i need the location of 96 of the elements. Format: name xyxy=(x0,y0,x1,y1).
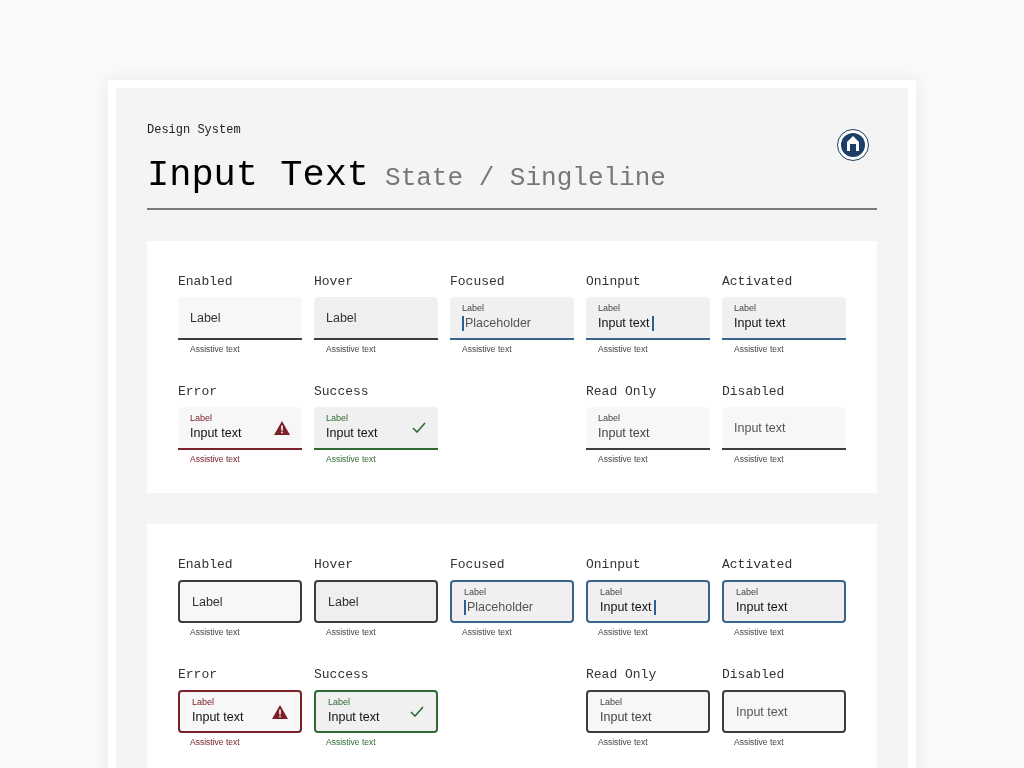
input-value: Input text xyxy=(328,709,380,726)
text-field[interactable]: Label Input text xyxy=(314,407,438,450)
page-subtitle: State / Singleline xyxy=(385,162,666,195)
state-title: Hover xyxy=(314,273,354,290)
input-value: Input text xyxy=(736,703,788,721)
placeholder-text: Placeholder xyxy=(465,315,531,332)
field-label: Label xyxy=(326,413,350,424)
assistive-text: Assistive text xyxy=(461,344,513,355)
state-title: Oninput xyxy=(586,273,642,290)
state-title: Disabled xyxy=(722,383,786,400)
state-title: Focused xyxy=(450,273,506,290)
field-label: Label xyxy=(326,309,357,327)
state-title: Focused xyxy=(450,556,506,573)
state-title: Enabled xyxy=(178,273,234,290)
state-title: Disabled xyxy=(722,666,786,683)
assistive-text: Assistive text xyxy=(733,344,785,355)
text-field[interactable]: Label Input text xyxy=(722,297,846,340)
input-value: Input text xyxy=(192,709,244,726)
input-value: Input text xyxy=(734,315,786,332)
state-title: Enabled xyxy=(178,556,234,573)
state-title: Activated xyxy=(722,273,794,290)
state-title: Read Only xyxy=(586,383,658,400)
state-title: Read Only xyxy=(586,666,658,683)
text-field[interactable]: Label Placeholder xyxy=(450,297,574,340)
text-field[interactable]: Label xyxy=(178,297,302,340)
field-label: Label xyxy=(600,697,624,708)
assistive-text: Assistive text xyxy=(597,737,649,748)
state-title: Oninput xyxy=(586,556,642,573)
placeholder-text: Placeholder xyxy=(467,599,533,616)
field-label: Label xyxy=(600,587,624,598)
field-label: Label xyxy=(734,303,758,314)
text-field[interactable]: Label Input text xyxy=(586,690,710,733)
assistive-text: Assistive text xyxy=(325,627,377,638)
assistive-text: Assistive text xyxy=(325,454,377,465)
check-icon xyxy=(412,422,426,433)
page-title: Input Text xyxy=(147,153,370,197)
assistive-text: Assistive text xyxy=(189,627,241,638)
text-field[interactable]: Label xyxy=(178,580,302,623)
state-title: Success xyxy=(314,383,370,400)
text-field[interactable]: Label Placeholder xyxy=(450,580,574,623)
text-field[interactable]: Label Input text xyxy=(586,580,710,623)
assistive-text: Assistive text xyxy=(189,344,241,355)
input-value: Input text xyxy=(600,709,652,726)
input-value: Input text xyxy=(190,425,242,442)
assistive-text: Assistive text xyxy=(733,454,785,465)
text-field[interactable]: Input text xyxy=(722,690,846,733)
field-label: Label xyxy=(598,303,622,314)
input-value: Input text xyxy=(734,419,786,437)
assistive-text: Assistive text xyxy=(189,454,241,465)
field-label: Label xyxy=(598,413,622,424)
text-field[interactable]: Label Input text xyxy=(178,407,302,450)
input-value: Input text xyxy=(326,425,378,442)
assistive-text: Assistive text xyxy=(325,344,377,355)
assistive-text: Assistive text xyxy=(325,737,377,748)
assistive-text: Assistive text xyxy=(597,627,649,638)
text-field[interactable]: Label Input text xyxy=(586,407,710,450)
text-field[interactable]: Label Input text xyxy=(178,690,302,733)
text-field[interactable]: Label xyxy=(314,297,438,340)
warning-icon xyxy=(272,704,288,719)
input-value: Input text xyxy=(598,425,650,442)
field-label: Label xyxy=(190,309,221,327)
check-icon xyxy=(410,706,424,717)
assistive-text: Assistive text xyxy=(733,627,785,638)
text-cursor-icon xyxy=(464,599,466,615)
state-title: Success xyxy=(314,666,370,683)
field-label: Label xyxy=(462,303,486,314)
state-title: Error xyxy=(178,383,218,400)
state-title: Hover xyxy=(314,556,354,573)
assistive-text: Assistive text xyxy=(597,344,649,355)
text-field[interactable]: Input text xyxy=(722,407,846,450)
state-title: Activated xyxy=(722,556,794,573)
assistive-text: Assistive text xyxy=(597,454,649,465)
input-value: Input text xyxy=(736,599,788,616)
assistive-text: Assistive text xyxy=(733,737,785,748)
text-field[interactable]: Label xyxy=(314,580,438,623)
field-label: Label xyxy=(464,587,488,598)
assistive-text: Assistive text xyxy=(461,627,513,638)
assistive-text: Assistive text xyxy=(189,737,241,748)
text-cursor-icon xyxy=(462,315,464,331)
input-value: Input text xyxy=(598,315,650,332)
field-label: Label xyxy=(190,413,214,424)
eyebrow-text: Design System xyxy=(147,122,242,139)
state-title: Error xyxy=(178,666,218,683)
input-value: Input text xyxy=(600,599,652,616)
field-label: Label xyxy=(328,593,359,611)
text-cursor-icon xyxy=(654,599,657,615)
field-label: Label xyxy=(736,587,760,598)
field-label: Label xyxy=(192,593,223,611)
warning-icon xyxy=(274,420,290,435)
seal-logo-icon xyxy=(837,129,869,161)
text-field[interactable]: Label Input text xyxy=(586,297,710,340)
field-label: Label xyxy=(192,697,216,708)
text-field[interactable]: Label Input text xyxy=(722,580,846,623)
text-field[interactable]: Label Input text xyxy=(314,690,438,733)
field-label: Label xyxy=(328,697,352,708)
text-cursor-icon xyxy=(652,315,655,331)
